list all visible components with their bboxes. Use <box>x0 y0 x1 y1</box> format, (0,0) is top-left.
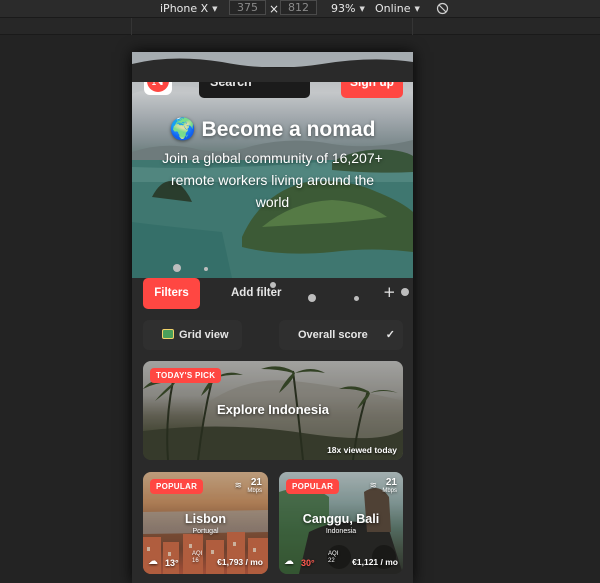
wifi-icon: ≋ <box>234 480 242 490</box>
hero-wave-divider <box>132 58 413 82</box>
hero-subtitle: Join a global community of 16,207+ remot… <box>162 150 383 210</box>
zoom-selector[interactable]: 93% ▼ <box>331 0 365 17</box>
device-selector[interactable]: iPhone X ▼ <box>160 0 218 17</box>
device-name: iPhone X <box>160 1 209 15</box>
device-caret-icon: ▼ <box>212 4 218 13</box>
city-name: Lisbon <box>185 512 226 526</box>
city-card-lisbon[interactable]: POPULAR ≋ 21 Mbps Lisbon Portugal ☁ 13° … <box>143 472 268 574</box>
hero-banner: N ⌄ Search Sign up 🌍 Become a nomad Join… <box>132 52 413 278</box>
hero-title: 🌍 Become a nomad <box>169 118 376 141</box>
city-name: Canggu, Bali <box>302 512 380 526</box>
add-filter-plus-icon[interactable]: + <box>383 283 396 301</box>
add-filter-button[interactable]: Add filter <box>231 287 281 299</box>
featured-card-title: Explore Indonesia <box>217 402 329 417</box>
city-stats: ☁ 30° AQI 22 €1,121 / mo <box>279 551 403 571</box>
featured-destination-card[interactable]: TODAY'S PICK Explore Indonesia 18x viewe… <box>143 361 403 460</box>
cloud-icon: ☁ <box>148 556 158 567</box>
height-input[interactable]: 812 <box>280 0 317 15</box>
country-name: Portugal <box>192 528 219 535</box>
floating-particle <box>173 264 181 272</box>
network-caret-icon: ▼ <box>414 4 420 13</box>
grid-view-label: Grid view <box>179 329 229 341</box>
todays-pick-badge: TODAY'S PICK <box>150 368 222 383</box>
sort-dropdown[interactable]: Overall score ✓ <box>279 320 403 350</box>
filter-bar: Filters Add filter + <box>132 278 413 312</box>
wifi-icon: ≋ <box>369 480 377 490</box>
check-icon: ✓ <box>385 329 395 341</box>
temperature: 30° <box>301 558 315 568</box>
grid-image-icon <box>162 329 174 339</box>
city-card-canggu[interactable]: POPULAR ≋ 21 Mbps Canggu, Bali Indonesia… <box>279 472 403 574</box>
grid-view-button[interactable]: Grid view <box>143 320 242 350</box>
popular-badge: POPULAR <box>286 479 340 494</box>
zoom-value: 93% <box>331 1 356 15</box>
internet-speed: ≋ 21 Mbps <box>234 477 262 495</box>
country-name: Indonesia <box>325 528 357 535</box>
rotate-icon[interactable] <box>436 0 449 17</box>
network-selector[interactable]: Online ▼ <box>375 0 420 17</box>
view-options-bar: Grid view Overall score ✓ <box>132 320 413 352</box>
width-input[interactable]: 375 <box>229 0 266 15</box>
floating-particle <box>204 267 208 271</box>
internet-speed: ≋ 21 Mbps <box>369 477 397 495</box>
sort-label: Overall score <box>298 329 368 341</box>
cost-of-living: €1,793 / mo <box>217 557 263 567</box>
viewed-count: 18x viewed today <box>327 445 397 455</box>
device-viewport: N ⌄ Search Sign up 🌍 Become a nomad Join… <box>132 52 413 583</box>
zoom-caret-icon: ▼ <box>359 4 365 13</box>
media-query-ruler <box>0 17 600 35</box>
cloud-icon: ☁ <box>284 556 294 567</box>
air-quality: AQI 16 <box>192 551 203 564</box>
dimension-times: × <box>269 1 280 16</box>
city-stats: ☁ 13° AQI 16 €1,793 / mo <box>143 551 268 571</box>
filters-button[interactable]: Filters <box>143 278 200 309</box>
air-quality: AQI 22 <box>328 551 339 564</box>
popular-badge: POPULAR <box>150 479 204 494</box>
devtools-device-toolbar: iPhone X ▼ 375 × 812 93% ▼ Online ▼ <box>0 0 600 17</box>
cost-of-living: €1,121 / mo <box>352 557 398 567</box>
network-value: Online <box>375 1 411 15</box>
temperature: 13° <box>165 558 179 568</box>
